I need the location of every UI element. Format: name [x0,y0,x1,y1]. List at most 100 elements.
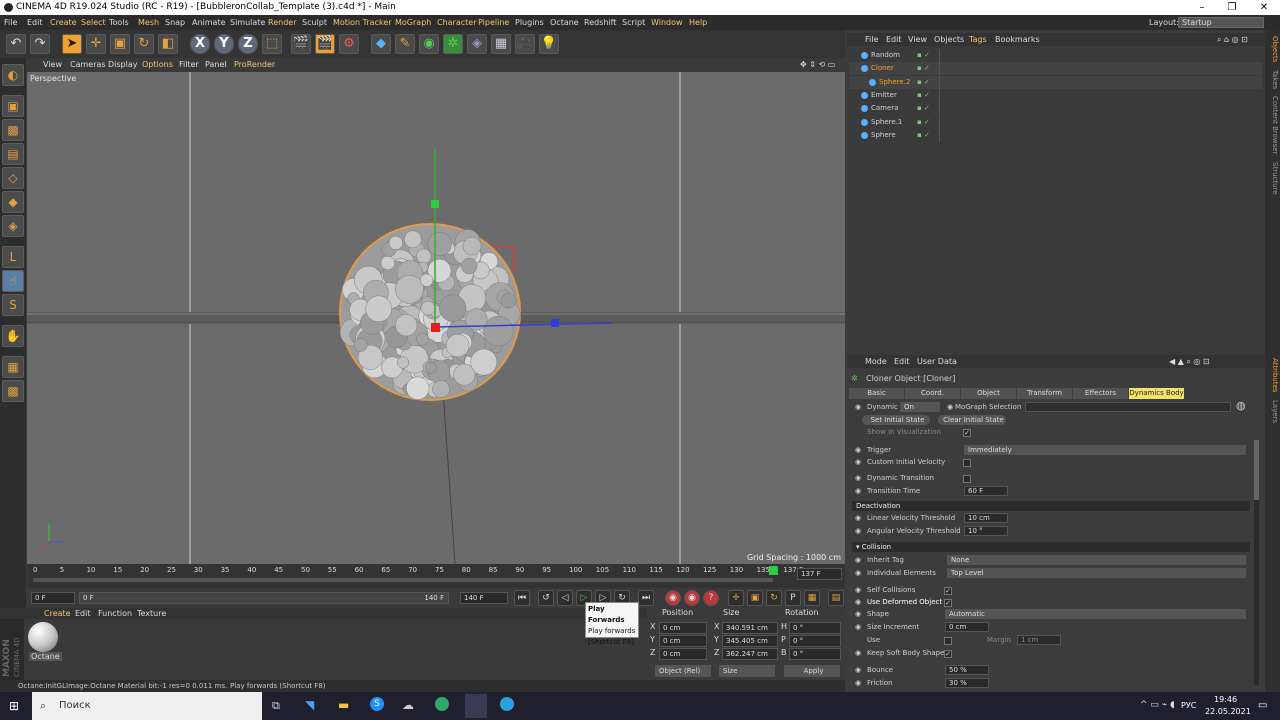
menu-select[interactable]: Select [81,15,106,30]
go-to-end-icon[interactable]: ⏭ [638,590,654,606]
set-initial-state-button[interactable]: Set Initial State [862,415,930,425]
undo-button[interactable]: ↶ [6,34,26,54]
edges-mode-icon[interactable]: ◆ [2,191,24,213]
menu-window[interactable]: Window [651,15,683,30]
dynamic-transition-checkbox[interactable] [963,475,971,483]
material-menu-edit[interactable]: Edit [75,608,91,619]
axis-mode-icon[interactable]: L [2,246,24,268]
taskbar-clock-time[interactable]: 19:46 [1214,695,1237,704]
tweak-mode-icon[interactable]: ☝ [2,270,24,292]
menu-pipeline[interactable]: Pipeline [478,15,509,30]
model-mode-icon[interactable]: ▣ [2,95,24,117]
timeline-window-icon[interactable]: ▤ [828,590,844,606]
taskbar-app-icon[interactable]: ◥ [305,698,314,712]
cloner-sphere-cluster[interactable] [339,223,521,401]
minimize-button[interactable]: – [1187,0,1217,15]
om-menu-file[interactable]: File [865,33,878,46]
autokeying-icon[interactable]: ◉ [684,590,700,606]
close-button[interactable]: ✕ [1249,0,1279,15]
visibility-flags-icon[interactable]: ▪ ✓ [917,49,930,62]
points-mode-icon[interactable]: ◇ [2,167,24,189]
side-tab-layers[interactable]: Layers [1266,400,1279,423]
keep-soft-body-shape-checkbox[interactable]: ✓ [944,650,952,658]
use-margin-checkbox[interactable] [944,637,952,645]
windows-start-icon[interactable]: ⊞ [9,699,19,713]
coord-position-field[interactable]: 0 cm [659,635,707,647]
coord-rotation-field[interactable]: 0 ° [789,622,841,634]
coord-size-field[interactable]: 362.247 cm [722,648,778,660]
menu-create[interactable]: Create [50,15,77,30]
cloner-generator-icon[interactable]: ✲ [443,34,463,54]
key-scale-icon[interactable]: ▣ [747,590,763,606]
coord-rotation-field[interactable]: 0 ° [789,635,841,647]
task-view-icon[interactable]: ⧉ [272,699,280,713]
menu-sculpt[interactable]: Sculpt [302,15,327,30]
coordinate-system-icon[interactable]: ⬚ [262,34,282,54]
visibility-flags-icon[interactable]: ▪ ✓ [917,62,930,75]
telegram-icon[interactable] [500,697,514,711]
taskbar-clock-date[interactable]: 22.05.2021 [1205,707,1251,716]
viewport-menu-prorender[interactable]: ProRender [234,58,275,72]
cube-primitive-icon[interactable]: ◆ [371,34,391,54]
material-menu-texture[interactable]: Texture [137,608,166,619]
shape-select[interactable]: Automatic [945,609,1246,619]
subdivision-icon[interactable]: ◉ [419,34,439,54]
attr-tab[interactable]: Transform [1017,388,1072,399]
go-to-start-icon[interactable]: ⏮ [514,590,530,606]
material-menu-function[interactable]: Function [98,608,132,619]
layout-select[interactable]: Startup [1178,17,1264,28]
visibility-flags-icon[interactable]: ▪ ✓ [917,102,930,115]
coord-size-select[interactable]: Size [719,665,775,677]
object-row[interactable]: Random ▪ ✓ [849,49,1262,62]
object-row[interactable]: Emitter ▪ ✓ [849,88,1262,102]
workplane-mode-icon[interactable]: ▤ [2,143,24,165]
menu-redshift[interactable]: Redshift [584,15,616,30]
attr-tab[interactable]: Basic [849,388,904,399]
coord-apply-button[interactable]: Apply [784,665,840,677]
attr-tab[interactable]: Dynamics Body [1129,388,1184,399]
menu-render[interactable]: Render [268,15,296,30]
key-pla-icon[interactable]: ▦ [804,590,820,606]
selection-pick-icon[interactable]: ◍ [1236,400,1246,411]
custom-initial-velocity-checkbox[interactable] [963,459,971,467]
object-row[interactable]: Camera ▪ ✓ [849,102,1262,116]
side-tab-objects[interactable]: Objects [1266,36,1279,62]
viewport-menu-cameras[interactable]: Cameras [70,58,106,72]
object-name[interactable]: Emitter [871,89,897,102]
viewport-menu-view[interactable]: View [43,58,62,72]
viewport-menu-filter[interactable]: Filter [179,58,199,72]
friction-field[interactable]: 30 % [945,678,989,688]
om-menu-objects[interactable]: Objects [934,33,964,46]
taskbar-search-box[interactable]: ⌕ Поиск [32,692,262,720]
attr-menu-user-data[interactable]: User Data [917,355,957,368]
coord-mode-select[interactable]: Object (Rel) [655,665,711,677]
menu-mograph[interactable]: MoGraph [395,15,431,30]
menu-octane[interactable]: Octane [550,15,579,30]
use-deformed-object-checkbox[interactable]: ✓ [944,599,952,607]
texture-mode-icon[interactable]: ▩ [2,119,24,141]
menu-plugins[interactable]: Plugins [515,15,544,30]
om-menu-edit[interactable]: Edit [886,33,902,46]
system-tray-icons[interactable]: ^ ▭ ⌁ ◖ [1140,700,1175,710]
side-tab-content-browser[interactable]: Content Browser [1266,96,1279,154]
maximize-button[interactable]: ❐ [1217,0,1247,15]
object-row[interactable]: Cloner ▪ ✓ [849,62,1262,76]
coord-position-field[interactable]: 0 cm [659,622,707,634]
coord-position-field[interactable]: 0 cm [659,648,707,660]
angular-velocity-threshold-field[interactable]: 10 ° [964,526,1008,536]
collision-section-header[interactable]: ▾ Collision [852,542,1250,552]
attr-tab[interactable]: Coord. [905,388,960,399]
3d-viewport[interactable]: Perspective Grid Spacing : 1000 cm [27,72,845,564]
om-menu-tags[interactable]: Tags [969,33,987,46]
range-end-field[interactable]: 140 F [460,592,508,604]
record-keys-icon[interactable]: ◉ [665,590,681,606]
linear-velocity-threshold-field[interactable]: 10 cm [964,513,1008,523]
menu-snap[interactable]: Snap [165,15,185,30]
viewport-menu-options[interactable]: Options [142,58,173,72]
floor-environment-icon[interactable]: ▦ [491,34,511,54]
keyboard-language[interactable]: РУС [1181,701,1196,710]
coord-size-field[interactable]: 345.405 cm [722,635,778,647]
key-rotation-icon[interactable]: ↻ [766,590,782,606]
object-name[interactable]: Cloner [871,62,894,75]
lock-workplane-icon[interactable]: ▦ [2,356,24,378]
